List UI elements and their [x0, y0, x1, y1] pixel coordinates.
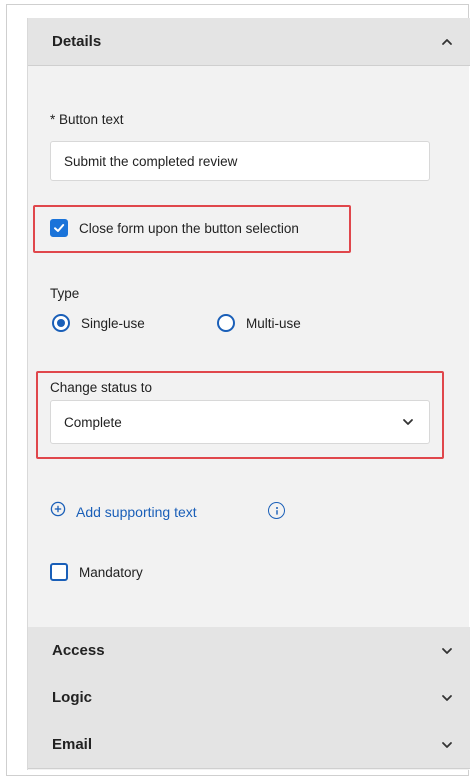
- section-title-access: Access: [52, 642, 105, 659]
- chevron-down-icon: [399, 413, 417, 431]
- section-title-email: Email: [52, 736, 93, 753]
- change-status-select[interactable]: Complete: [50, 400, 430, 444]
- mandatory-checkbox-row[interactable]: Mandatory: [50, 563, 143, 581]
- button-text-label: * Button text: [50, 112, 124, 127]
- add-supporting-text-link[interactable]: Add supporting text: [50, 501, 197, 522]
- change-status-value: Complete: [64, 414, 122, 430]
- chevron-down-icon[interactable]: [438, 642, 456, 660]
- properties-panel: Details * Button text Close form upon th…: [27, 18, 470, 770]
- chevron-down-icon[interactable]: [438, 736, 456, 754]
- chevron-up-icon[interactable]: [438, 33, 456, 51]
- section-title-details: Details: [52, 33, 102, 50]
- info-icon[interactable]: [268, 502, 285, 519]
- close-form-checkbox-row[interactable]: Close form upon the button selection: [50, 219, 299, 237]
- radio-single-use-label: Single-use: [81, 315, 145, 331]
- radio-multi-use[interactable]: Multi-use: [217, 314, 301, 332]
- add-supporting-text-label: Add supporting text: [76, 503, 197, 520]
- section-header-details[interactable]: Details: [28, 18, 470, 66]
- change-status-label: Change status to: [50, 380, 153, 395]
- radio-multi-use-control[interactable]: [217, 314, 235, 332]
- radio-single-use[interactable]: Single-use: [52, 314, 145, 332]
- section-header-email[interactable]: Email: [28, 721, 470, 769]
- button-text-input[interactable]: [50, 141, 430, 181]
- section-title-logic: Logic: [52, 689, 92, 706]
- mandatory-checkbox[interactable]: [50, 563, 68, 581]
- chevron-down-icon[interactable]: [438, 689, 456, 707]
- section-header-access[interactable]: Access: [28, 627, 470, 675]
- section-header-logic[interactable]: Logic: [28, 674, 470, 722]
- radio-single-use-control[interactable]: [52, 314, 70, 332]
- radio-multi-use-label: Multi-use: [246, 315, 301, 331]
- close-form-label: Close form upon the button selection: [79, 220, 299, 236]
- mandatory-label: Mandatory: [79, 564, 143, 580]
- type-label: Type: [50, 286, 80, 301]
- close-form-checkbox[interactable]: [50, 219, 68, 237]
- plus-circle-icon: [50, 501, 66, 522]
